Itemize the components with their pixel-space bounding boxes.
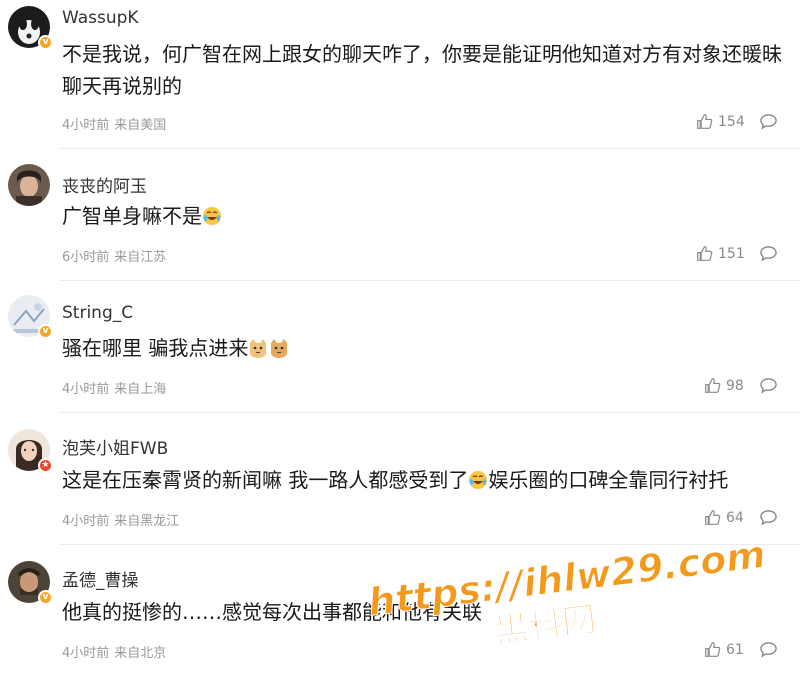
like-count: 154 bbox=[718, 113, 745, 130]
like-button[interactable]: 154 bbox=[696, 113, 745, 130]
comment-username[interactable]: 泡芙小姐FWB bbox=[62, 434, 168, 459]
like-count: 98 bbox=[726, 377, 744, 394]
comment-time: 6小时前 bbox=[62, 250, 110, 265]
like-count: 61 bbox=[726, 641, 744, 658]
comment-username[interactable]: WassupK bbox=[62, 8, 139, 28]
like-count: 151 bbox=[718, 245, 745, 262]
comment-item: v String_C 骚在哪里 骗我点进来 4小时前 来自上海 98 bbox=[0, 281, 800, 412]
reply-icon[interactable] bbox=[759, 377, 778, 394]
verified-badge-icon: v bbox=[38, 35, 53, 50]
comment-time: 4小时前 bbox=[62, 646, 110, 661]
comment-location: 来自北京 bbox=[114, 646, 167, 661]
comment-username[interactable]: String_C bbox=[62, 303, 133, 323]
comment-time: 4小时前 bbox=[62, 514, 110, 529]
like-button[interactable]: 61 bbox=[704, 641, 744, 658]
verified-badge-icon: ★ bbox=[38, 458, 53, 473]
comment-item: v 孟德_曹操 他真的挺惨的……感觉每次出事都能和他有关联 4小时前 来自北京 6… bbox=[0, 545, 800, 681]
comment-text: 他真的挺惨的……感觉每次出事都能和他有关联 bbox=[62, 600, 482, 624]
avatar[interactable]: v bbox=[8, 6, 53, 50]
avatar[interactable]: v bbox=[8, 295, 53, 339]
thumbs-up-icon bbox=[697, 114, 713, 129]
laugh-cry-emoji bbox=[203, 207, 221, 225]
like-button[interactable]: 98 bbox=[704, 377, 744, 394]
reply-icon[interactable] bbox=[759, 641, 778, 658]
like-count: 64 bbox=[726, 509, 744, 526]
comment-text: 广智单身嘛不是 bbox=[62, 200, 782, 232]
comment-meta: 4小时前 来自美国 bbox=[62, 114, 166, 133]
comment-meta: 4小时前 来自黑龙江 bbox=[62, 510, 179, 529]
comment-time: 4小时前 bbox=[62, 118, 110, 133]
comment-meta: 4小时前 来自北京 bbox=[62, 642, 166, 661]
avatar[interactable]: v bbox=[8, 561, 53, 605]
comment-meta: 4小时前 来自上海 bbox=[62, 378, 166, 397]
reply-icon[interactable] bbox=[759, 245, 778, 262]
laugh-cry-emoji bbox=[469, 471, 488, 489]
comment-username[interactable]: 丧丧的阿玉 bbox=[62, 172, 147, 197]
reply-icon[interactable] bbox=[759, 113, 778, 130]
comment-text: 不是我说，何广智在网上跟女的聊天咋了，你要是能证明他知道对方有对象还暖昧聊天再说… bbox=[62, 42, 782, 98]
comment-location: 来自江苏 bbox=[114, 250, 167, 265]
avatar[interactable]: ★ bbox=[8, 429, 53, 473]
comment-text: 骚在哪里 骗我点进来 bbox=[62, 332, 782, 364]
avatar[interactable] bbox=[8, 164, 50, 206]
comment-text: 这是在压秦霄贤的新闻嘛 我一路人都感受到了 娱乐圈的口碑全靠同行衬托 bbox=[62, 468, 729, 492]
comment-location: 来自美国 bbox=[114, 118, 167, 133]
thumbs-up-icon bbox=[705, 510, 721, 525]
comment-username[interactable]: 孟德_曹操 bbox=[62, 566, 139, 591]
reply-icon[interactable] bbox=[759, 509, 778, 526]
verified-badge-icon: v bbox=[38, 590, 53, 605]
like-button[interactable]: 151 bbox=[696, 245, 745, 262]
comment-item: ★ 泡芙小姐FWB 这是在压秦霄贤的新闻嘛 我一路人都感受到了 娱乐圈的口碑全靠同… bbox=[0, 413, 800, 544]
comment-item: v WassupK 不是我说，何广智在网上跟女的聊天咋了，你要是能证明他知道对方… bbox=[0, 0, 800, 148]
comment-location: 来自黑龙江 bbox=[114, 514, 180, 529]
comment-meta: 6小时前 来自江苏 bbox=[62, 246, 166, 265]
cat-emoji bbox=[250, 339, 288, 358]
comment-location: 来自上海 bbox=[114, 382, 167, 397]
thumbs-up-icon bbox=[705, 378, 721, 393]
comment-time: 4小时前 bbox=[62, 382, 110, 397]
verified-badge-icon: v bbox=[38, 324, 53, 339]
like-button[interactable]: 64 bbox=[704, 509, 744, 526]
thumbs-up-icon bbox=[705, 642, 721, 657]
thumbs-up-icon bbox=[697, 246, 713, 261]
comment-item: 丧丧的阿玉 广智单身嘛不是 6小时前 来自江苏 151 bbox=[0, 149, 800, 280]
